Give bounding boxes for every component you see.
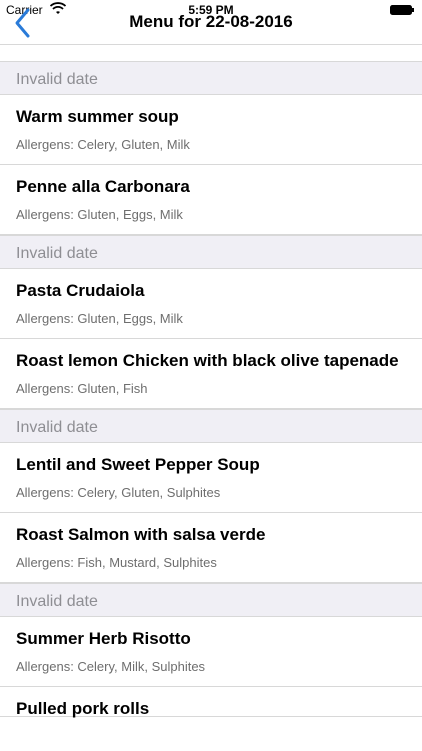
section-header: Invalid date bbox=[0, 583, 422, 617]
list-item[interactable]: Lentil and Sweet Pepper Soup Allergens: … bbox=[0, 443, 422, 513]
dish-allergens: Allergens: Fish, Mustard, Sulphites bbox=[16, 555, 217, 570]
dish-name: Pulled pork rolls bbox=[16, 699, 150, 718]
dish-allergens: Allergens: Celery, Gluten, Milk bbox=[16, 137, 190, 152]
dish-name: Summer Herb Risotto bbox=[16, 629, 191, 648]
list-item[interactable]: Summer Herb Risotto Allergens: Celery, M… bbox=[0, 617, 422, 687]
dish-allergens: Allergens: Celery, Gluten, Sulphites bbox=[16, 485, 221, 500]
dish-allergens: Allergens: Celery, Milk, Sulphites bbox=[16, 659, 206, 674]
dish-allergens: Allergens: Gluten, Eggs, Milk bbox=[16, 311, 183, 326]
navigation-bar: Menu for 22-08-2016 bbox=[0, 8, 422, 44]
dish-name: Warm summer soup bbox=[16, 107, 179, 126]
list-item[interactable]: Pulled pork rolls bbox=[0, 687, 422, 718]
list-item[interactable]: Roast lemon Chicken with black olive tap… bbox=[0, 339, 422, 409]
section-header: Invalid date bbox=[0, 235, 422, 269]
dish-allergens: Allergens: Gluten, Eggs, Milk bbox=[16, 207, 183, 222]
menu-list[interactable]: Invalid date Warm summer soup Allergens:… bbox=[0, 44, 422, 751]
section-header: Invalid date bbox=[0, 409, 422, 443]
dish-name: Pasta Crudaiola bbox=[16, 281, 145, 300]
dish-name: Roast Salmon with salsa verde bbox=[16, 525, 266, 544]
section-header: Invalid date bbox=[0, 61, 422, 95]
dish-name: Penne alla Carbonara bbox=[16, 177, 190, 196]
list-item[interactable]: Roast Salmon with salsa verde Allergens:… bbox=[0, 513, 422, 583]
page-title: Menu for 22-08-2016 bbox=[129, 12, 293, 31]
list-item[interactable]: Pasta Crudaiola Allergens: Gluten, Eggs,… bbox=[0, 269, 422, 339]
list-item[interactable]: Warm summer soup Allergens: Celery, Glut… bbox=[0, 95, 422, 165]
dish-name: Roast lemon Chicken with black olive tap… bbox=[16, 351, 399, 370]
dish-name: Lentil and Sweet Pepper Soup bbox=[16, 455, 260, 474]
list-item[interactable]: Penne alla Carbonara Allergens: Gluten, … bbox=[0, 165, 422, 235]
dish-allergens: Allergens: Gluten, Fish bbox=[16, 381, 148, 396]
